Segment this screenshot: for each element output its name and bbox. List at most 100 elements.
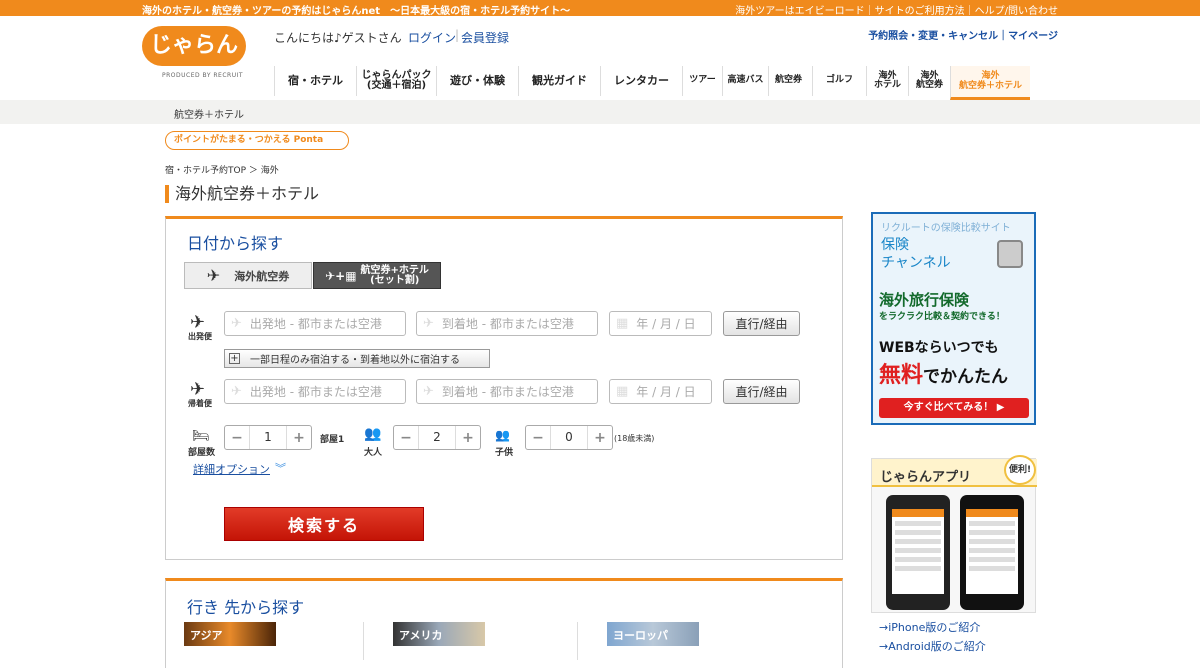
nav-activities[interactable]: 遊び・体験 xyxy=(436,66,518,96)
nav-overseas-hotel[interactable]: 海外 ホテル xyxy=(866,66,908,96)
outbound-departure-input[interactable]: ✈ 出発地 - 都市または空港 xyxy=(224,311,406,336)
ad-brand: 保険 チャンネル xyxy=(881,237,951,272)
region-america[interactable]: アメリカ xyxy=(393,622,485,646)
return-date-placeholder: 年 / 月 / 日 xyxy=(636,385,696,399)
children-icon: 👥 xyxy=(495,428,510,442)
return-label: 帰着便 xyxy=(188,399,212,408)
register-link[interactable]: 会員登録 xyxy=(461,29,509,46)
ad-free: 無料 xyxy=(879,363,924,388)
ad-subtitle: リクルートの保険比較サイト xyxy=(881,223,1011,234)
play-circle-icon: ▶ xyxy=(996,402,1005,413)
minus-icon[interactable]: − xyxy=(394,430,418,446)
login-link[interactable]: ログイン xyxy=(408,29,456,46)
outbound-route-button[interactable]: 直行/経由 xyxy=(723,311,800,336)
ad-compare-label: 今すぐ比べてみる！ xyxy=(903,402,994,413)
region-asia[interactable]: アジア xyxy=(184,622,276,646)
ponta-banner[interactable]: ポイントがたまる・つかえる Ponta xyxy=(165,131,349,150)
adults-stepper[interactable]: − 2 + xyxy=(393,425,481,450)
return-departure-placeholder: 出発地 - 都市または空港 xyxy=(249,385,382,399)
ad-tagline: をラクラク比較＆契約できる！ xyxy=(879,312,1005,322)
rooms-label: 部屋数 xyxy=(188,448,216,458)
plane-icon: ✈ xyxy=(206,266,221,285)
children-note: (18歳未満) xyxy=(614,434,655,443)
double-chevron-down-icon[interactable]: ︾ xyxy=(275,460,286,476)
calendar-icon: ▦ xyxy=(616,316,629,331)
return-arrival-placeholder: 到着地 - 都市または空港 xyxy=(441,385,574,399)
outbound-arrival-placeholder: 到着地 - 都市または空港 xyxy=(441,317,574,331)
return-arrival-input[interactable]: ✈ 到着地 - 都市または空港 xyxy=(416,379,598,404)
destination-title: 行き 先から探す xyxy=(187,598,305,617)
reservation-links[interactable]: 予約照会・変更・キャンセル｜マイページ xyxy=(868,27,1058,42)
nav-golf[interactable]: ゴルフ xyxy=(812,66,866,96)
tab-flight-hotel[interactable]: ✈+▦ 航空券+ホテル (セット割) xyxy=(313,262,441,289)
rooms-unit: 部屋1 xyxy=(320,435,345,445)
outbound-plane-icon: ✈ xyxy=(190,312,206,333)
nav-highway-bus[interactable]: 高速バス xyxy=(722,66,768,96)
jalan-logo[interactable]: じゃらん xyxy=(142,26,246,66)
nav-guide[interactable]: 観光ガイド xyxy=(518,66,600,96)
plus-icon[interactable]: + xyxy=(588,430,612,446)
top-bar: 海外のホテル・航空券・ツアーの予約はじゃらんnet 〜日本最大級の宿・ホテル予約… xyxy=(0,0,1200,17)
nav-overseas-flight[interactable]: 海外 航空券 xyxy=(908,66,950,96)
ad-easy: でかんたん xyxy=(923,367,1009,387)
luggage-icon xyxy=(997,240,1023,268)
return-plane-icon: ✈ xyxy=(190,379,206,400)
rooms-stepper[interactable]: − 1 + xyxy=(224,425,312,450)
partial-stay-label: 一部日程のみ宿泊する・到着地以外に宿泊する xyxy=(250,355,460,366)
return-route-button[interactable]: 直行/経由 xyxy=(723,379,800,404)
nav-jalan-pack[interactable]: じゃらんパック (交通＋宿泊) xyxy=(356,66,436,96)
region-divider xyxy=(363,622,364,660)
children-stepper[interactable]: − 0 + xyxy=(525,425,613,450)
outbound-arrival-input[interactable]: ✈ 到着地 - 都市または空港 xyxy=(416,311,598,336)
breadcrumb[interactable]: 宿・ホテル予約TOP ＞ 海外 xyxy=(165,163,279,176)
return-date-input[interactable]: ▦ 年 / 月 / 日 xyxy=(609,379,712,404)
nav-overseas-flight-hotel[interactable]: 海外 航空券＋ホテル xyxy=(950,66,1030,100)
header-separator: | xyxy=(455,28,460,42)
iphone-image xyxy=(886,495,950,610)
nav-airline[interactable]: 航空券 xyxy=(768,66,808,96)
top-bar-tagline: 海外のホテル・航空券・ツアーの予約はじゃらんnet 〜日本最大級の宿・ホテル予約… xyxy=(142,6,571,17)
rooms-value: 1 xyxy=(249,426,287,449)
region-divider xyxy=(577,622,578,660)
children-value: 0 xyxy=(550,426,588,449)
detail-options-link[interactable]: 詳細オプション xyxy=(193,461,270,477)
adults-value: 2 xyxy=(418,426,456,449)
app-promo[interactable]: じゃらんアプリ 便利! xyxy=(871,455,1037,613)
plus-icon[interactable]: + xyxy=(287,430,311,446)
region-europe[interactable]: ヨーロッパ xyxy=(607,622,699,646)
android-app-link[interactable]: →Android版のご紹介 xyxy=(879,638,986,654)
outbound-date-placeholder: 年 / 月 / 日 xyxy=(636,317,696,331)
insurance-ad[interactable]: リクルートの保険比較サイト 保険 チャンネル 海外旅行保険 をラクラク比較＆契約… xyxy=(871,212,1036,425)
outbound-departure-placeholder: 出発地 - 都市または空港 xyxy=(249,317,382,331)
bed-icon: 🛏 xyxy=(192,428,210,444)
calendar-icon: ▦ xyxy=(616,384,629,399)
page-title: 海外航空券＋ホテル xyxy=(165,185,319,203)
app-promo-title: じゃらんアプリ xyxy=(880,470,972,485)
nav-tour[interactable]: ツアー xyxy=(682,66,722,96)
ad-web: WEBならいつでも xyxy=(879,340,999,356)
nav-hotel[interactable]: 宿・ホテル xyxy=(274,66,356,96)
ad-free-line: 無料でかんたん xyxy=(879,357,1008,389)
plane-hotel-icon: ✈+▦ xyxy=(325,268,357,283)
ad-compare-button[interactable]: 今すぐ比べてみる！ ▶ xyxy=(879,398,1029,418)
minus-icon[interactable]: − xyxy=(526,430,550,446)
children-label: 子供 xyxy=(495,448,514,458)
main-nav: 宿・ホテル じゃらんパック (交通＋宿泊) 遊び・体験 観光ガイド レンタカー … xyxy=(274,66,1030,100)
minus-icon[interactable]: − xyxy=(225,430,249,446)
return-departure-input[interactable]: ✈ 出発地 - 都市または空港 xyxy=(224,379,406,404)
search-button[interactable]: 検索する xyxy=(224,507,424,541)
section-label: 航空券＋ホテル xyxy=(174,110,244,121)
produced-by-recruit: PRODUCED BY RECRUIT xyxy=(162,72,244,79)
plus-icon[interactable]: + xyxy=(456,430,480,446)
nav-rentacar[interactable]: レンタカー xyxy=(600,66,682,96)
android-image xyxy=(960,495,1024,610)
outbound-date-input[interactable]: ▦ 年 / 月 / 日 xyxy=(609,311,712,336)
ad-headline: 海外旅行保険 xyxy=(879,291,970,309)
takeoff-icon: ✈ xyxy=(231,316,242,331)
partial-stay-toggle[interactable]: + 一部日程のみ宿泊する・到着地以外に宿泊する xyxy=(224,349,490,368)
adults-label: 大人 xyxy=(364,448,383,458)
landing-icon: ✈ xyxy=(423,316,434,331)
top-bar-links[interactable]: 海外ツアーはエイビーロード｜サイトのご利用方法｜ヘルプ/問い合わせ xyxy=(735,2,1058,17)
tab-overseas-flight[interactable]: ✈ 海外航空券 xyxy=(184,262,312,289)
iphone-app-link[interactable]: →iPhone版のご紹介 xyxy=(879,619,980,635)
